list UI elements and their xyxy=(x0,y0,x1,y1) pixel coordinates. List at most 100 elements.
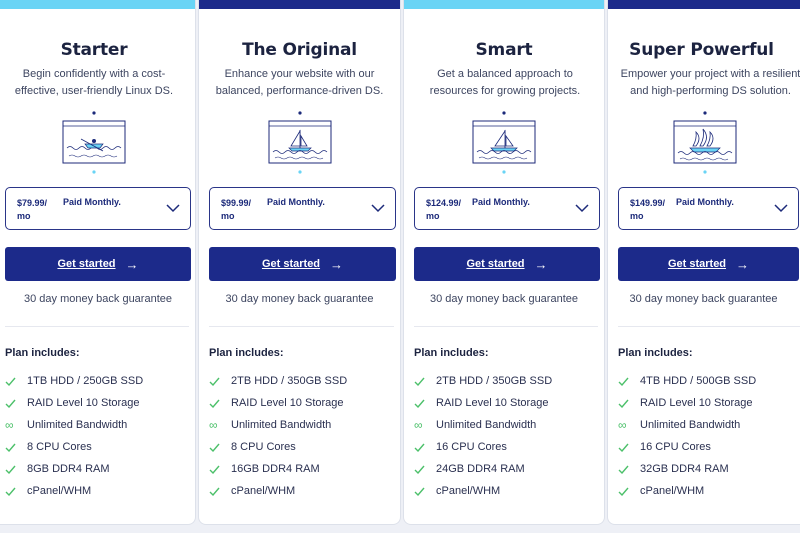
price-selector[interactable]: $149.99/ mo Paid Monthly. xyxy=(618,187,799,230)
chevron-down-icon xyxy=(575,204,589,213)
guarantee-text: 30 day money back guarantee xyxy=(430,293,578,305)
cta-label: Get started xyxy=(466,258,525,270)
check-icon xyxy=(209,377,231,386)
check-icon xyxy=(5,443,27,452)
price-selector[interactable]: $79.99/ mo Paid Monthly. xyxy=(5,187,191,230)
price-amount: $149.99/ mo xyxy=(630,198,666,221)
feature-item: 2TB HDD / 350GB SSD xyxy=(209,370,396,392)
divider xyxy=(209,326,394,327)
sailboat-icon xyxy=(469,108,539,178)
feature-item: 32GB DDR4 RAM xyxy=(618,458,800,480)
price-selector[interactable]: $124.99/ mo Paid Monthly. xyxy=(414,187,600,230)
feature-list: 2TB HDD / 350GB SSD RAID Level 10 Storag… xyxy=(209,370,396,502)
plan-card-the-original: The Original Enhance your website with o… xyxy=(198,0,401,525)
feature-item: RAID Level 10 Storage xyxy=(5,392,191,414)
feature-list: 1TB HDD / 250GB SSD RAID Level 10 Storag… xyxy=(5,370,191,502)
plan-includes-label: Plan includes: xyxy=(5,347,80,359)
plan-includes-label: Plan includes: xyxy=(414,347,489,359)
get-started-button[interactable]: Get started → xyxy=(618,247,799,281)
get-started-button[interactable]: Get started → xyxy=(5,247,191,281)
feature-item: ∞ Unlimited Bandwidth xyxy=(209,418,332,432)
feature-item: RAID Level 10 Storage xyxy=(209,392,396,414)
check-icon xyxy=(618,399,640,408)
card-top-accent xyxy=(404,0,604,9)
arrow-right-icon: → xyxy=(330,256,344,272)
feature-item: ∞ Unlimited Bandwidth xyxy=(618,418,741,432)
divider xyxy=(5,326,189,327)
arrow-right-icon: → xyxy=(125,256,139,272)
check-icon xyxy=(5,377,27,386)
feature-list: 4TB HDD / 500GB SSD RAID Level 10 Storag… xyxy=(618,370,800,502)
feature-item: cPanel/WHM xyxy=(209,480,396,502)
feature-item: 16 CPU Cores xyxy=(618,436,800,458)
feature-item: cPanel/WHM xyxy=(618,480,800,502)
arrow-right-icon: → xyxy=(534,256,548,272)
check-icon xyxy=(618,377,640,386)
plan-card-smart: Smart Get a balanced approach to resourc… xyxy=(403,0,605,525)
plan-description: Empower your project with a resilient an… xyxy=(620,68,800,97)
chevron-down-icon xyxy=(371,204,385,213)
plan-card-super-powerful: Super Powerful Empower your project with… xyxy=(607,0,800,525)
check-icon xyxy=(209,399,231,408)
feature-item: ∞ Unlimited Bandwidth xyxy=(5,418,128,432)
check-icon xyxy=(209,487,231,496)
plan-title: Starter xyxy=(60,40,128,60)
price-amount: $124.99/ mo xyxy=(426,198,462,221)
get-started-button[interactable]: Get started → xyxy=(414,247,600,281)
plan-description: Get a balanced approach to resources for… xyxy=(429,68,581,97)
check-icon xyxy=(618,443,640,452)
feature-item: RAID Level 10 Storage xyxy=(414,392,600,414)
feature-item: RAID Level 10 Storage xyxy=(618,392,800,414)
plan-card-starter: Starter Begin confidently with a cost-ef… xyxy=(0,0,196,525)
check-icon xyxy=(618,465,640,474)
feature-item: 2TB HDD / 350GB SSD xyxy=(414,370,600,392)
feature-item: 16 CPU Cores xyxy=(414,436,600,458)
price-selector[interactable]: $99.99/ mo Paid Monthly. xyxy=(209,187,396,230)
sailboat-icon xyxy=(265,108,335,178)
billing-period: Paid Monthly. xyxy=(472,197,530,207)
feature-item: 4TB HDD / 500GB SSD xyxy=(618,370,800,392)
divider xyxy=(414,326,598,327)
infinity-icon: ∞ xyxy=(618,418,627,432)
infinity-icon: ∞ xyxy=(414,418,423,432)
billing-period: Paid Monthly. xyxy=(267,197,325,207)
billing-period: Paid Monthly. xyxy=(63,197,121,207)
plan-includes-label: Plan includes: xyxy=(618,347,693,359)
check-icon xyxy=(5,399,27,408)
get-started-button[interactable]: Get started → xyxy=(209,247,396,281)
plan-includes-label: Plan includes: xyxy=(209,347,284,359)
check-icon xyxy=(209,465,231,474)
plan-title: Smart xyxy=(475,40,533,60)
feature-item: cPanel/WHM xyxy=(414,480,600,502)
check-icon xyxy=(414,443,436,452)
check-icon xyxy=(5,465,27,474)
check-icon xyxy=(618,487,640,496)
infinity-icon: ∞ xyxy=(5,418,14,432)
feature-item: 24GB DDR4 RAM xyxy=(414,458,600,480)
feature-item: 8 CPU Cores xyxy=(5,436,191,458)
check-icon xyxy=(414,377,436,386)
card-top-accent xyxy=(608,0,800,9)
plan-description: Enhance your website with our balanced, … xyxy=(215,68,384,97)
feature-item: 1TB HDD / 250GB SSD xyxy=(5,370,191,392)
feature-item: 16GB DDR4 RAM xyxy=(209,458,396,480)
check-icon xyxy=(414,399,436,408)
plan-title: The Original xyxy=(242,40,357,60)
cta-label: Get started xyxy=(57,258,116,270)
guarantee-text: 30 day money back guarantee xyxy=(225,293,374,305)
check-icon xyxy=(5,487,27,496)
plan-title: Super Powerful xyxy=(629,40,774,60)
guarantee-text: 30 day money back guarantee xyxy=(24,293,172,305)
guarantee-text: 30 day money back guarantee xyxy=(629,293,778,305)
price-amount: $99.99/ mo xyxy=(221,198,252,221)
arrow-right-icon: → xyxy=(736,256,750,272)
card-top-accent xyxy=(199,0,400,9)
divider xyxy=(618,326,800,327)
check-icon xyxy=(414,465,436,474)
cta-label: Get started xyxy=(667,258,727,270)
plan-description: Begin confidently with a cost-effective,… xyxy=(14,68,174,97)
infinity-icon: ∞ xyxy=(209,418,218,432)
check-icon xyxy=(209,443,231,452)
card-top-accent xyxy=(0,0,195,9)
feature-item: cPanel/WHM xyxy=(5,480,191,502)
